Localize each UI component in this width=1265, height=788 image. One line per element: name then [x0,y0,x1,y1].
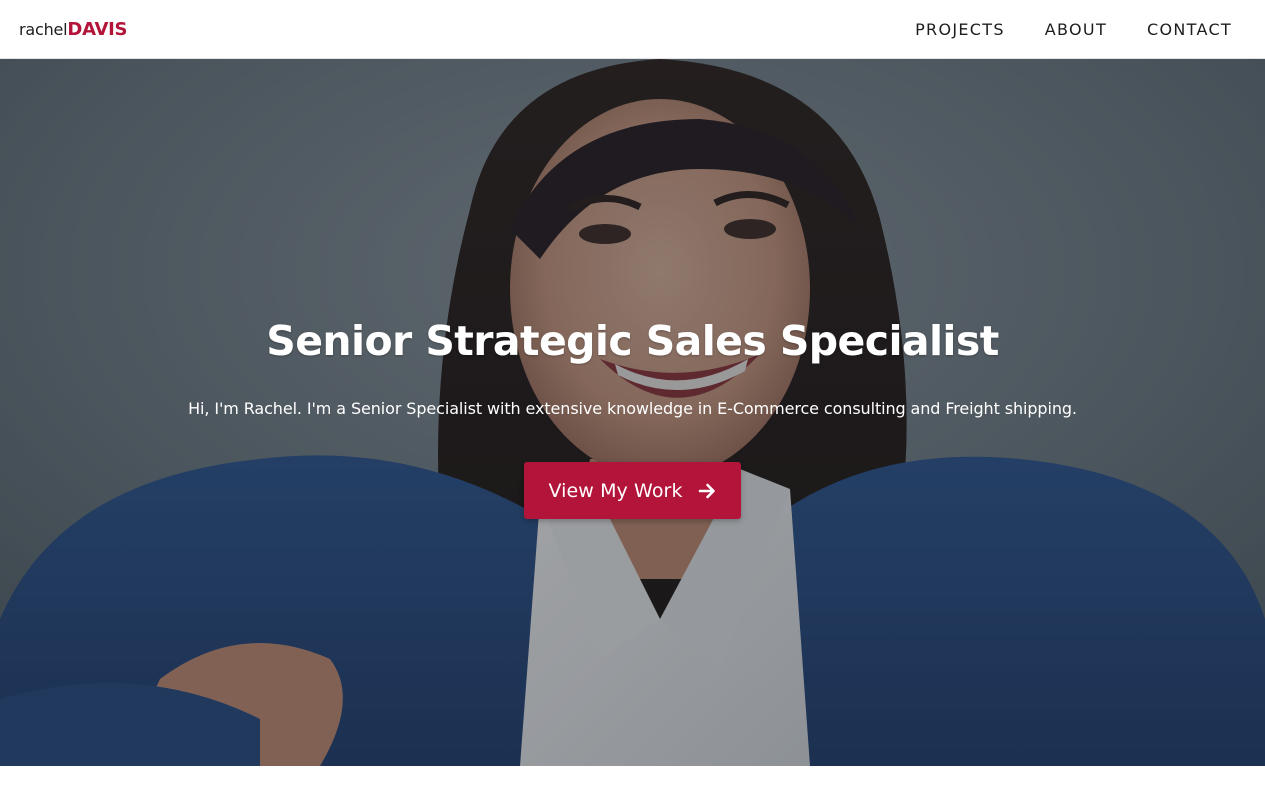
hero-content: Senior Strategic Sales Specialist Hi, I'… [0,59,1265,766]
hero-section: Senior Strategic Sales Specialist Hi, I'… [0,59,1265,766]
below-fold-section [0,766,1265,788]
nav-link-contact[interactable]: CONTACT [1147,20,1232,39]
brand-last-name: DAVIS [67,18,128,40]
brand-first-name: rachel [19,19,68,39]
nav-link-projects[interactable]: PROJECTS [915,20,1005,39]
hero-subtitle: Hi, I'm Rachel. I'm a Senior Specialist … [188,399,1077,418]
top-navbar: rachel DAVIS PROJECTS ABOUT CONTACT [0,0,1265,59]
brand-logo[interactable]: rachel DAVIS [19,19,127,40]
arrow-right-icon [697,481,717,501]
nav-link-about[interactable]: ABOUT [1045,20,1107,39]
view-my-work-label: View My Work [548,479,683,502]
nav-links: PROJECTS ABOUT CONTACT [915,20,1232,39]
view-my-work-button[interactable]: View My Work [524,462,741,519]
hero-title: Senior Strategic Sales Specialist [266,317,999,365]
